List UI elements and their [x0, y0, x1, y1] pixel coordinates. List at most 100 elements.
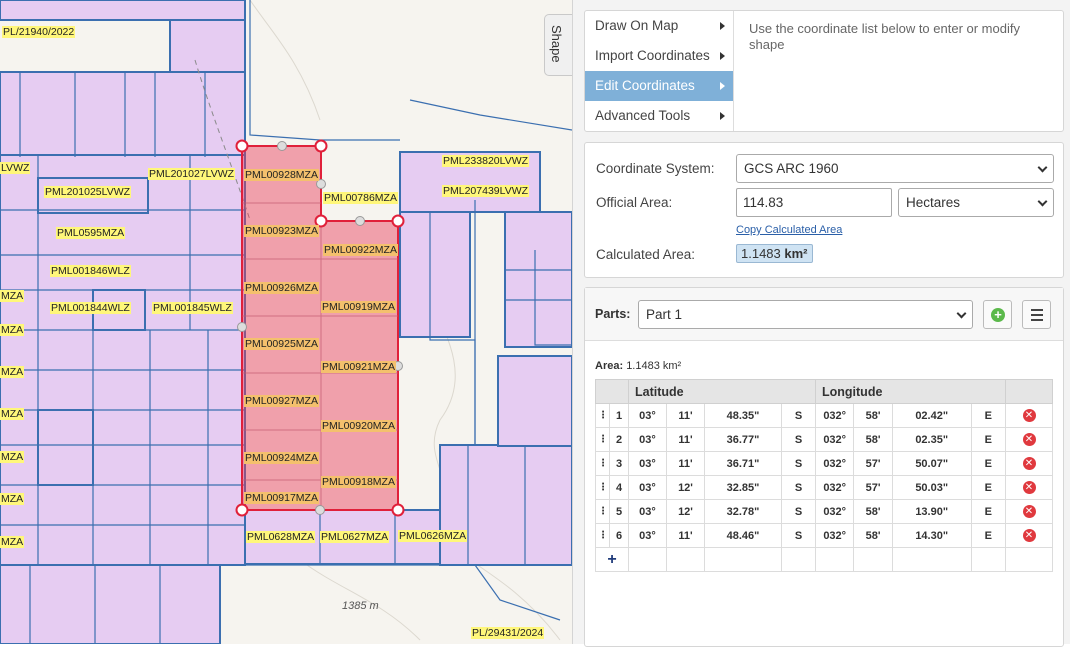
drag-handle-icon[interactable]: ⋮ [595, 403, 610, 428]
parts-menu-button[interactable] [1022, 300, 1051, 329]
map-label: PML00786MZA [323, 192, 398, 204]
lon-degrees-input[interactable]: 032° [814, 523, 855, 548]
lat-degrees-input[interactable]: 03° [628, 451, 667, 476]
row-number: 5 [609, 499, 629, 524]
drag-handle-icon[interactable]: ⋮ [595, 427, 610, 452]
delete-row-button[interactable]: ✕ [1005, 403, 1053, 428]
chevron-down-icon [956, 308, 967, 319]
lat-minutes-input[interactable]: 12' [666, 499, 705, 524]
add-row-cell[interactable]: + [595, 547, 629, 572]
side-panel: Draw On Map Import Coordinates Edit Coor… [572, 0, 1070, 647]
lon-minutes-input[interactable]: 57' [853, 475, 893, 500]
longitude-header: Longitude [815, 379, 1006, 404]
lon-seconds-input[interactable]: 50.03" [891, 475, 972, 500]
lon-minutes-input[interactable]: 58' [853, 427, 893, 452]
shape-tab[interactable]: Shape [544, 14, 574, 76]
lon-degrees-input[interactable]: 032° [814, 499, 855, 524]
delete-icon[interactable]: ✕ [1022, 409, 1036, 422]
lon-seconds-input[interactable]: 02.35" [891, 427, 972, 452]
lon-minutes-input[interactable]: 58' [853, 523, 893, 548]
coordinate-system-select[interactable]: GCS ARC 1960 [736, 154, 1054, 183]
lat-minutes-input[interactable]: 11' [666, 427, 705, 452]
map-label: MZA [0, 536, 25, 548]
lat-degrees-input[interactable]: 03° [628, 475, 667, 500]
lat-seconds-input[interactable]: 36.77" [704, 427, 782, 452]
delete-row-button[interactable]: ✕ [1005, 499, 1053, 524]
delete-row-button[interactable]: ✕ [1005, 451, 1053, 476]
parts-label: Parts: [595, 307, 631, 321]
lon-minutes-input[interactable]: 58' [853, 403, 893, 428]
add-row-icon[interactable]: + [607, 551, 616, 568]
lat-hemisphere-input[interactable]: S [781, 523, 816, 548]
lon-hemisphere-input[interactable]: E [970, 475, 1007, 500]
lon-hemisphere-input[interactable]: E [970, 403, 1007, 428]
drag-handle-icon[interactable]: ⋮ [595, 475, 610, 500]
lat-minutes-input[interactable]: 11' [666, 523, 705, 548]
lat-degrees-input[interactable]: 03° [628, 427, 667, 452]
lat-degrees-input[interactable]: 03° [628, 523, 667, 548]
lat-hemisphere-input[interactable]: S [781, 427, 816, 452]
menu-item-advanced-tools[interactable]: Advanced Tools [585, 101, 733, 131]
lat-hemisphere-input[interactable]: S [781, 403, 816, 428]
official-area-input[interactable]: 114.83 [736, 188, 892, 217]
copy-calculated-area-link[interactable]: Copy Calculated Area [736, 224, 842, 236]
calculated-area-unit: km² [784, 246, 808, 261]
map-view[interactable]: PL/21940/2022 LVWZ PML201027LVWZ PML0092… [0, 0, 572, 644]
delete-row-button[interactable]: ✕ [1005, 523, 1053, 548]
official-area-label: Official Area: [596, 195, 673, 210]
lon-degrees-input[interactable]: 032° [814, 427, 855, 452]
menu-item-import-coordinates[interactable]: Import Coordinates [585, 41, 733, 71]
menu-item-draw-on-map[interactable]: Draw On Map [585, 11, 733, 41]
lat-seconds-input[interactable]: 32.85" [704, 475, 782, 500]
lat-degrees-input[interactable]: 03° [628, 499, 667, 524]
map-label: PML00923MZA [244, 225, 319, 237]
drag-handle-icon[interactable]: ⋮ [595, 451, 610, 476]
lat-seconds-input[interactable]: 32.78" [704, 499, 782, 524]
lon-hemisphere-input[interactable]: E [970, 523, 1007, 548]
lon-minutes-input[interactable]: 57' [853, 451, 893, 476]
lat-seconds-input[interactable]: 36.71" [704, 451, 782, 476]
lon-hemisphere-input[interactable]: E [970, 451, 1007, 476]
map-canvas[interactable] [0, 0, 572, 644]
lat-hemisphere-input[interactable]: S [781, 499, 816, 524]
elevation-label: 1385 m [342, 600, 379, 612]
lat-seconds-input[interactable]: 48.46" [704, 523, 782, 548]
menu-item-label: Import Coordinates [595, 48, 710, 63]
coordinate-table: Latitude Longitude ⋮ 1 03° 11' 48.35" S 032° 58… [595, 379, 1053, 572]
lat-minutes-input[interactable]: 11' [666, 403, 705, 428]
part-select[interactable]: Part 1 [638, 300, 973, 329]
add-part-button[interactable]: + [983, 300, 1012, 329]
lat-hemisphere-input[interactable]: S [781, 475, 816, 500]
delete-row-button[interactable]: ✕ [1005, 475, 1053, 500]
lon-hemisphere-input[interactable]: E [970, 499, 1007, 524]
lon-seconds-input[interactable]: 13.90" [891, 499, 972, 524]
delete-icon[interactable]: ✕ [1022, 433, 1036, 446]
delete-row-button[interactable]: ✕ [1005, 427, 1053, 452]
lat-minutes-input[interactable]: 12' [666, 475, 705, 500]
delete-icon[interactable]: ✕ [1022, 529, 1036, 542]
lon-seconds-input[interactable]: 14.30" [891, 523, 972, 548]
lon-seconds-input[interactable]: 02.42" [891, 403, 972, 428]
lat-seconds-input[interactable]: 48.35" [704, 403, 782, 428]
menu-item-label: Edit Coordinates [595, 78, 695, 93]
shape-tab-label: Shape [549, 25, 564, 63]
drag-handle-icon[interactable]: ⋮ [595, 499, 610, 524]
lon-hemisphere-input[interactable]: E [970, 427, 1007, 452]
tools-menu: Draw On Map Import Coordinates Edit Coor… [585, 11, 734, 131]
menu-item-edit-coordinates[interactable]: Edit Coordinates [585, 71, 733, 101]
delete-icon[interactable]: ✕ [1022, 481, 1036, 494]
lon-degrees-input[interactable]: 032° [814, 451, 855, 476]
lat-minutes-input[interactable]: 11' [666, 451, 705, 476]
lon-degrees-input[interactable]: 032° [814, 475, 855, 500]
delete-icon[interactable]: ✕ [1022, 505, 1036, 518]
delete-icon[interactable]: ✕ [1022, 457, 1036, 470]
lon-seconds-input[interactable]: 50.07" [891, 451, 972, 476]
area-unit-select[interactable]: Hectares [898, 188, 1054, 217]
lon-minutes-input[interactable]: 58' [853, 499, 893, 524]
lon-degrees-input[interactable]: 032° [814, 403, 855, 428]
lat-hemisphere-input[interactable]: S [781, 451, 816, 476]
map-label: PML001844WLZ [50, 302, 131, 314]
drag-handle-icon[interactable]: ⋮ [595, 523, 610, 548]
map-label: PML207439LVWZ [442, 185, 530, 197]
lat-degrees-input[interactable]: 03° [628, 403, 667, 428]
